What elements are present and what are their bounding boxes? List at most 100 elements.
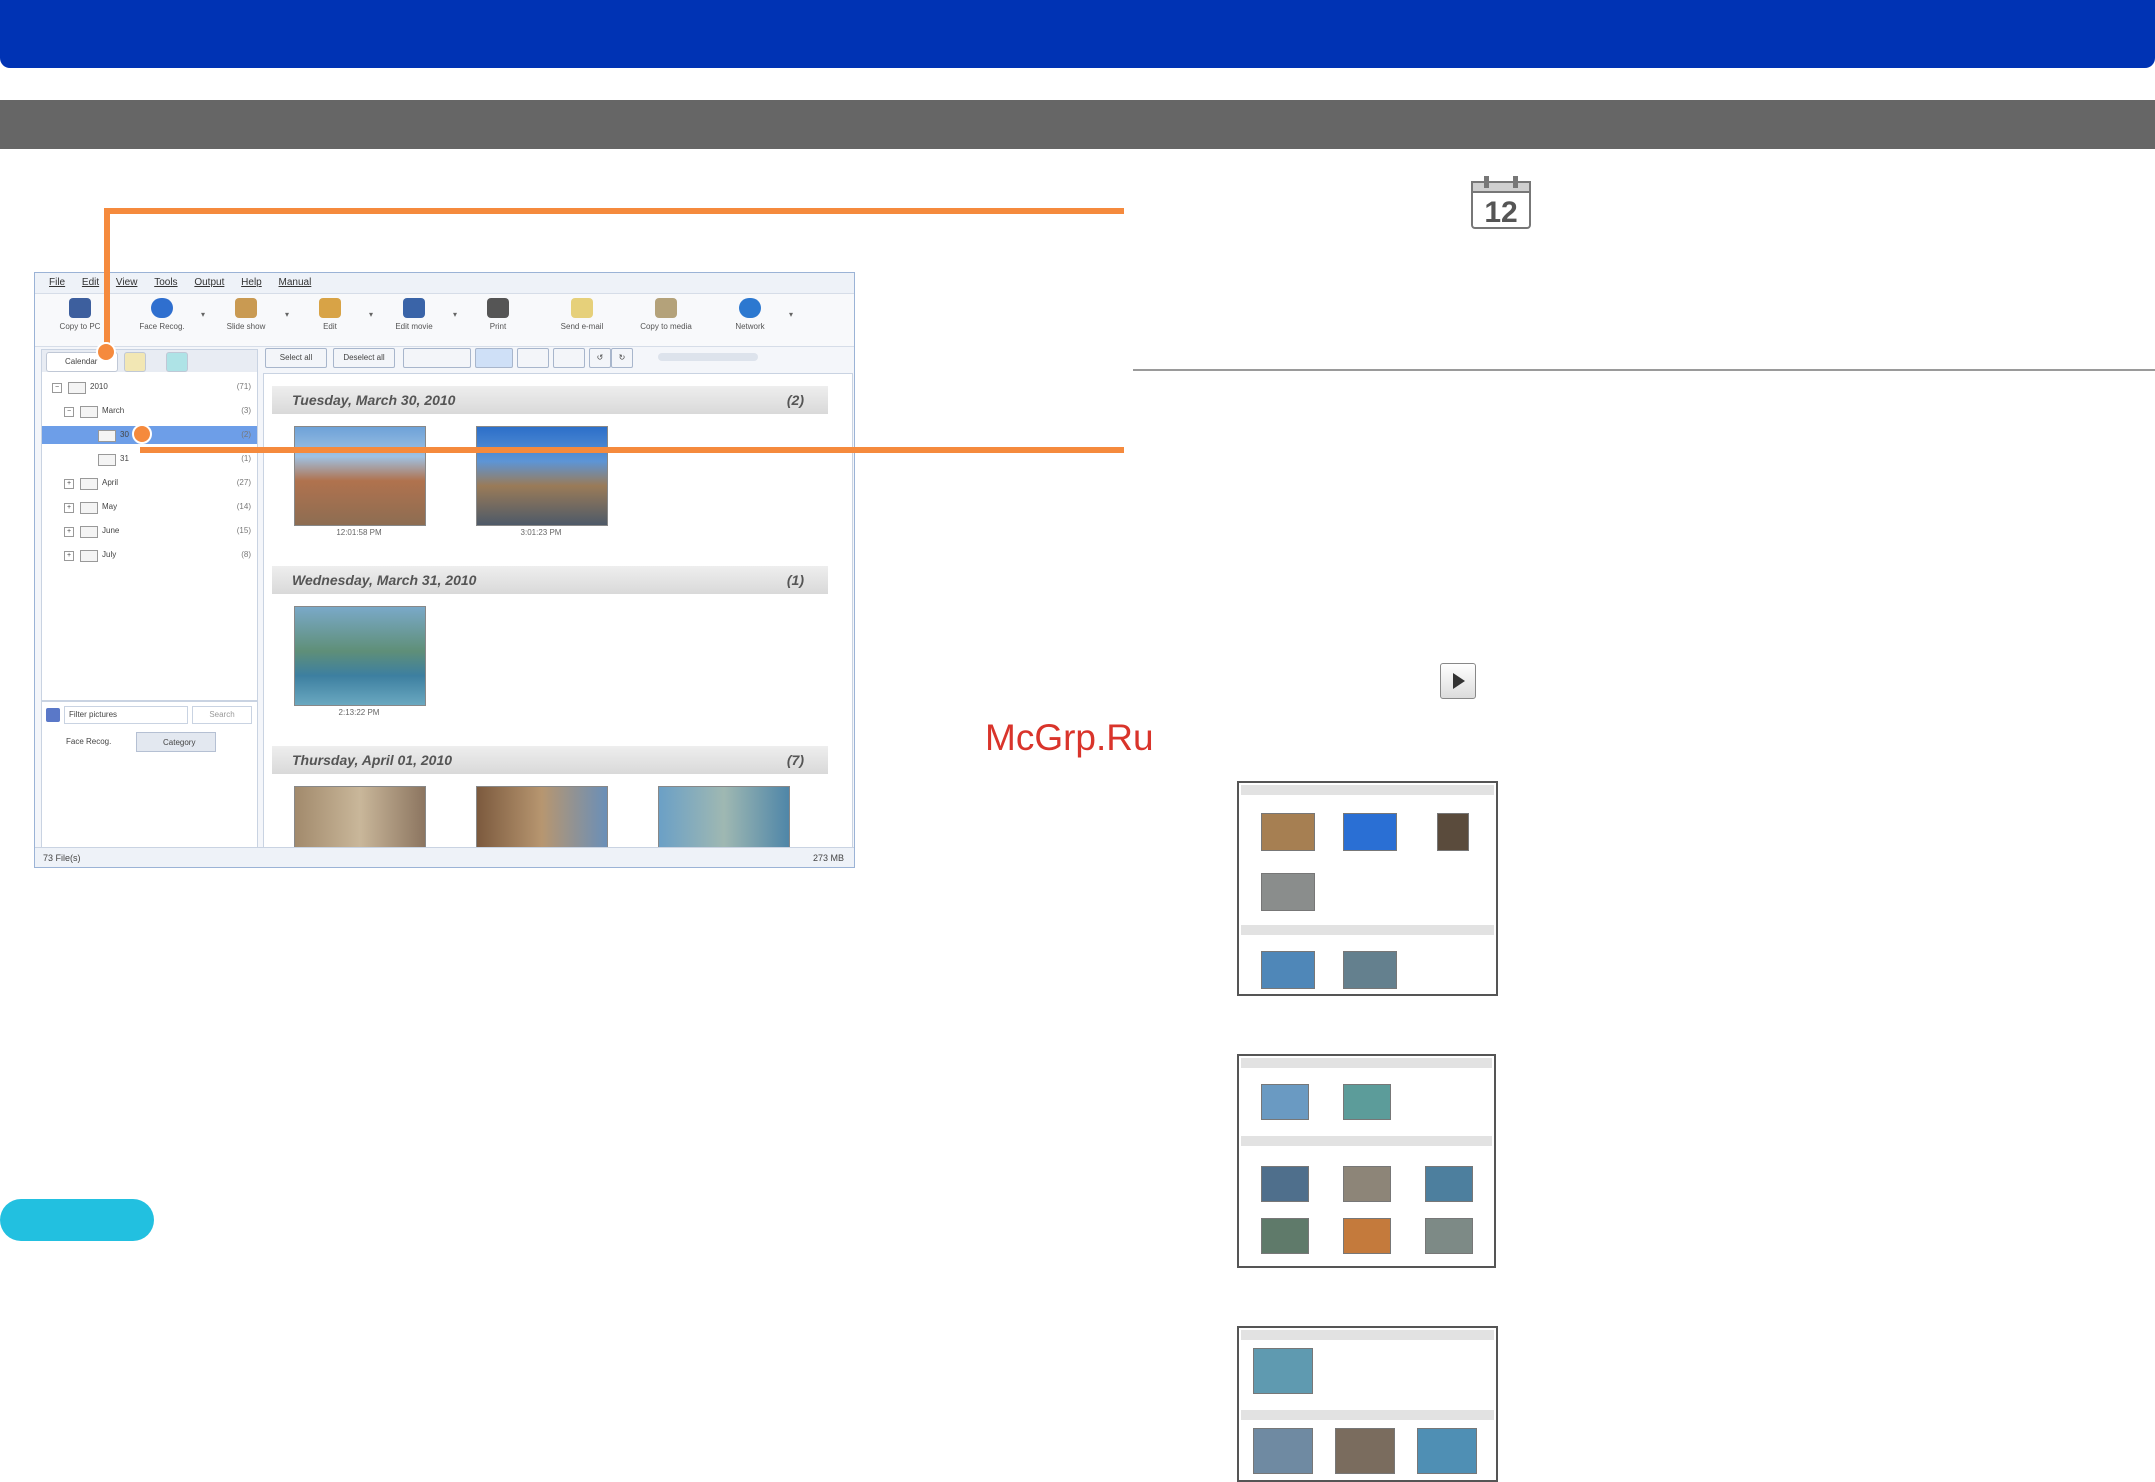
tab-face-recog[interactable]: Face Recog. [44, 732, 134, 752]
date-group-header[interactable]: Thursday, April 01, 2010 (7) [272, 746, 828, 774]
callout-line [104, 208, 1124, 214]
dropdown-icon[interactable]: ▾ [453, 310, 457, 319]
status-file-count: 73 File(s) [43, 853, 81, 863]
callout-dot [132, 424, 152, 444]
photo-thumbnail[interactable] [294, 606, 426, 706]
tree-item-count: (27) [236, 478, 251, 487]
edit-movie-button[interactable]: Edit movie [379, 296, 449, 331]
rotate-right-button[interactable]: ↻ [611, 348, 633, 368]
photo-time: 12:01:58 PM [336, 528, 382, 537]
day-view-thumbnail [1237, 1326, 1498, 1482]
watermark: McGrp.Ru [985, 717, 1154, 758]
date-group-header[interactable]: Tuesday, March 30, 2010 (2) [272, 386, 828, 414]
deselect-all-button[interactable]: Deselect all [333, 348, 395, 368]
slide-show-button[interactable]: Slide show [211, 296, 281, 331]
rotate-left-button[interactable]: ↺ [589, 348, 611, 368]
media-icon [655, 298, 677, 318]
dropdown-icon[interactable]: ▾ [201, 310, 205, 319]
tree-item[interactable]: + April (27) [42, 474, 257, 492]
calendar-folder-icon [80, 406, 98, 418]
zoom-slider[interactable] [658, 353, 758, 361]
header-bar [0, 0, 2155, 68]
dropdown-icon[interactable]: ▾ [285, 310, 289, 319]
menu-tools[interactable]: Tools [154, 277, 177, 288]
date-group-header[interactable]: Wednesday, March 31, 2010 (1) [272, 566, 828, 594]
callout-line [104, 208, 110, 358]
thumbnail-view-button[interactable] [475, 348, 513, 368]
single-view-button[interactable] [517, 348, 549, 368]
calendar-folder-icon [80, 502, 98, 514]
tree-item-label: 2010 [90, 382, 108, 391]
photo-thumbnail[interactable] [476, 786, 608, 847]
view-mode-button[interactable] [403, 348, 471, 368]
edit-button[interactable]: Edit [295, 296, 365, 331]
tree-item[interactable]: + June (15) [42, 522, 257, 540]
status-bar: 73 File(s) 273 MB [35, 847, 854, 867]
copy-icon [69, 298, 91, 318]
photo-thumbnail[interactable] [294, 786, 426, 847]
photo-thumbnail[interactable] [658, 786, 790, 847]
photo-thumbnail[interactable] [476, 426, 608, 526]
status-size: 273 MB [812, 853, 844, 863]
copy-to-media-button[interactable]: Copy to media [631, 296, 701, 331]
photo-thumbnail[interactable] [294, 426, 426, 526]
calendar-folder-icon [98, 430, 116, 442]
collapse-icon[interactable]: − [64, 407, 74, 417]
person-icon [151, 298, 173, 318]
photo-time: 3:01:23 PM [520, 528, 562, 537]
send-email-button[interactable]: Send e-mail [547, 296, 617, 331]
network-button[interactable]: Network [715, 296, 785, 331]
toolbar: Copy to PC Face Recog. ▾ Slide show ▾ Ed… [35, 294, 854, 347]
menu-edit[interactable]: Edit [82, 277, 99, 288]
printer-icon [487, 298, 509, 318]
tree-item[interactable]: − 2010 (71) [42, 378, 257, 396]
tab-category[interactable]: Category [136, 732, 216, 752]
calendar-folder-icon [80, 526, 98, 538]
expand-icon[interactable]: + [64, 503, 74, 513]
compare-view-button[interactable] [553, 348, 585, 368]
tab-media[interactable] [166, 352, 188, 372]
tree-item-count: (14) [236, 502, 251, 511]
calendar-folder-icon [68, 382, 86, 394]
face-recog-button[interactable]: Face Recog. [127, 296, 197, 331]
search-button[interactable]: Search [192, 706, 252, 724]
collapse-icon[interactable]: − [52, 383, 62, 393]
dropdown-icon[interactable]: ▾ [789, 310, 793, 319]
tree-item[interactable]: + July (8) [42, 546, 257, 564]
print-button[interactable]: Print [463, 296, 533, 331]
expand-icon[interactable]: + [64, 551, 74, 561]
calendar-folder-icon [80, 550, 98, 562]
select-all-button[interactable]: Select all [265, 348, 327, 368]
tree-item-label: June [102, 526, 120, 535]
calendar-icon: 12 [1471, 176, 1531, 229]
menu-view[interactable]: View [116, 277, 138, 288]
play-icon[interactable] [1440, 663, 1476, 699]
thumbnail-pane: Tuesday, March 30, 2010 (2) 12:01:58 PM 3… [263, 373, 853, 849]
mail-icon [571, 298, 593, 318]
note-badge [0, 1199, 154, 1241]
app-window-screenshot: File Edit View Tools Output Help Manual … [34, 272, 855, 868]
tree-item-count: (8) [241, 550, 251, 559]
tree-item-label: July [102, 550, 117, 559]
nav-tabs: Calendar [42, 350, 257, 372]
month-view-thumbnail [1237, 1054, 1496, 1268]
expand-icon[interactable]: + [64, 479, 74, 489]
filter-input[interactable]: Filter pictures [64, 706, 188, 724]
tree-item-label: 31 [120, 454, 129, 463]
tree-item-count: (71) [236, 382, 251, 391]
expand-icon[interactable]: + [64, 527, 74, 537]
filter-icon [46, 708, 60, 722]
dropdown-icon[interactable]: ▾ [369, 310, 373, 319]
tree-item[interactable]: + May (14) [42, 498, 257, 516]
tree-item-count: (3) [241, 406, 251, 415]
tab-folder[interactable] [124, 352, 146, 372]
photo-time: 2:13:22 PM [338, 708, 380, 717]
edit-icon [319, 298, 341, 318]
tree-item[interactable]: − March (3) [42, 402, 257, 420]
tree-item-label: 30 [120, 430, 129, 439]
menu-manual[interactable]: Manual [279, 277, 312, 288]
menu-file[interactable]: File [49, 277, 65, 288]
menu-output[interactable]: Output [194, 277, 224, 288]
calendar-icon-number: 12 [1484, 196, 1517, 229]
menu-help[interactable]: Help [241, 277, 262, 288]
